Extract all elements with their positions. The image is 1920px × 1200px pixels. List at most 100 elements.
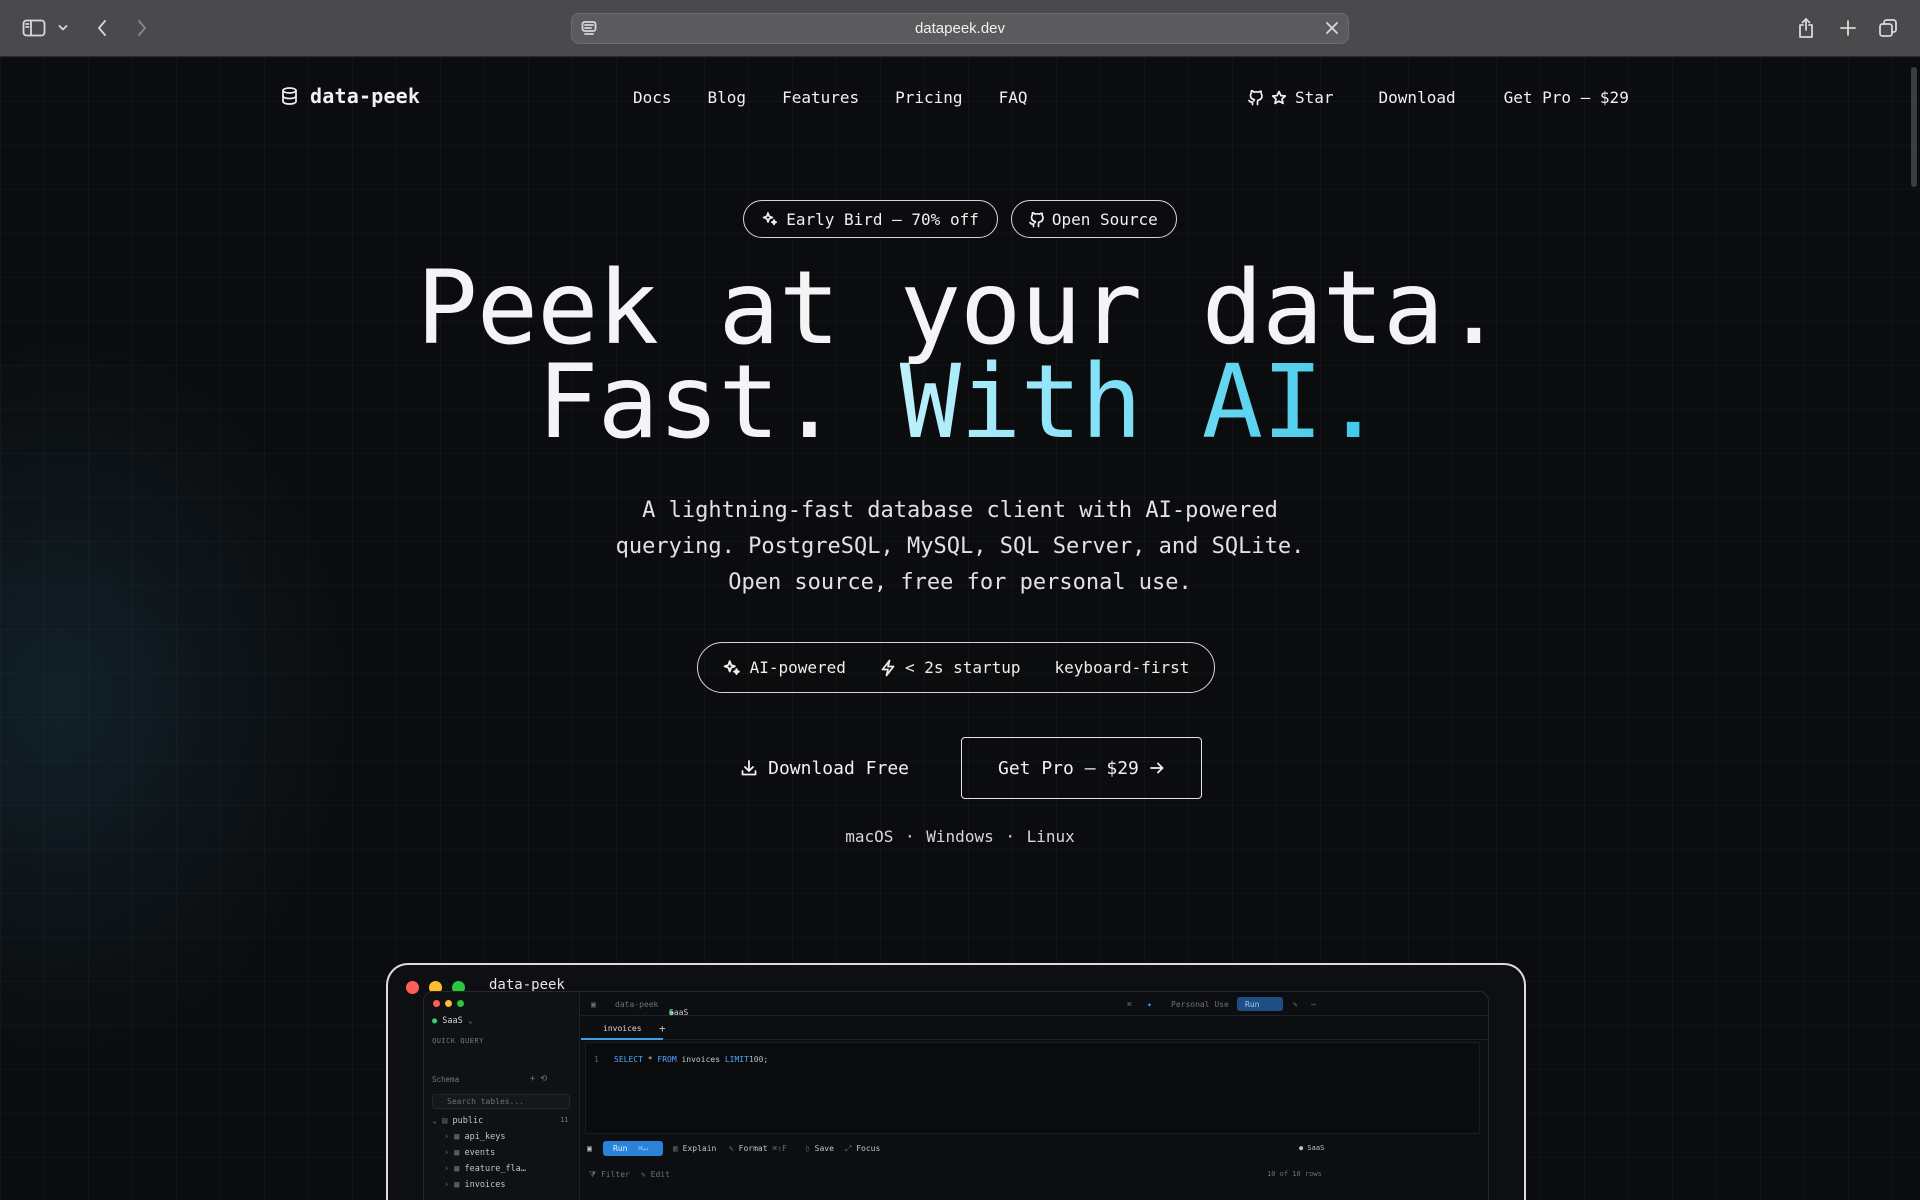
early-bird-badge[interactable]: Early Bird — 70% off (743, 200, 998, 238)
nav-download-link[interactable]: Download (1379, 88, 1456, 107)
panel-icon[interactable]: ▣ (587, 1144, 592, 1153)
tab-overview-icon[interactable] (1876, 14, 1900, 42)
panel-toggle-icon[interactable]: ▣ (591, 1000, 596, 1009)
logo[interactable]: data-peek (281, 84, 420, 108)
schema-icon: ▤ (442, 1116, 448, 1126)
nav-get-pro-button[interactable]: Get Pro — $29 (1504, 88, 1629, 107)
new-tab-icon[interactable] (1836, 14, 1860, 42)
address-bar[interactable]: datapeek.dev (571, 13, 1349, 44)
chevron-right-icon: › (444, 1180, 450, 1190)
wand-icon[interactable]: ✎ (1293, 1000, 1298, 1009)
app-preview: data-peek ● SaaS ⌄ QUICK QUERY Schema +⟲… (386, 963, 1526, 1200)
sql-number: 100 (748, 1055, 764, 1064)
chevron-down-icon: ⌄ (467, 1016, 473, 1026)
connection-status-icon: ● (432, 1016, 438, 1026)
explain-button[interactable]: ▥ Explain (673, 1144, 716, 1153)
open-source-label: Open Source (1051, 209, 1158, 229)
table-icon: ▦ (454, 1148, 460, 1158)
connection-status: ● SaaS (1299, 1144, 1325, 1152)
github-icon (1248, 89, 1263, 106)
chevron-right-icon: › (444, 1164, 450, 1174)
share-icon[interactable] (1794, 14, 1818, 42)
lightning-icon (881, 659, 895, 676)
clear-url-icon[interactable] (1324, 20, 1340, 40)
table-item[interactable]: › ▦ feature_fla… (444, 1164, 526, 1174)
editor-toolbar: ▣ Run ⌘↵ ▥ Explain ✎ Format ⌘⇧F ▯ Save ⤢… (581, 1138, 1488, 1160)
chart-icon: ▥ (673, 1144, 678, 1153)
star-icon (1271, 90, 1287, 104)
table-item[interactable]: › ▦ api_keys (444, 1132, 505, 1142)
edit-button[interactable]: ✎ Edit (641, 1170, 670, 1179)
quick-query-section[interactable]: QUICK QUERY (432, 1037, 484, 1045)
subtitle-line: querying. PostgreSQL, MySQL, SQL Server,… (615, 534, 1305, 559)
nav-link-docs[interactable]: Docs (633, 88, 672, 107)
app-main: ▣ data-peek ● SaaS ⌘ ✦ Personal Use Run … (581, 992, 1488, 1200)
get-pro-button[interactable]: Get Pro — $29 (961, 737, 1202, 799)
nav-link-blog[interactable]: Blog (708, 88, 747, 107)
sparkles-icon (762, 212, 778, 226)
schema-actions[interactable]: +⟲ (530, 1074, 552, 1084)
filter-button[interactable]: ⧩ Filter (589, 1170, 630, 1180)
schema-public[interactable]: ⌄ ▤ public (432, 1116, 483, 1126)
tab-invoices[interactable]: invoices (581, 1016, 663, 1040)
chevron-right-icon: › (444, 1148, 450, 1158)
feature-pills: AI-powered < 2s startup keyboard-first (697, 642, 1215, 693)
feature-keyboard: keyboard-first (1055, 658, 1190, 677)
add-tab-icon[interactable]: + (659, 1022, 666, 1035)
subtitle-line: A lightning-fast database client with AI… (642, 498, 1278, 523)
run-label: Run (613, 1144, 628, 1153)
edit-label: Edit (650, 1170, 670, 1179)
sql-editor[interactable]: 1 SELECT * FROM invoices LIMIT100; (585, 1042, 1480, 1134)
nav-link-faq[interactable]: FAQ (999, 88, 1028, 107)
format-label: Format (738, 1144, 768, 1153)
table-name: invoices (464, 1180, 506, 1190)
command-icon[interactable]: ⌘ (1127, 1000, 1132, 1009)
schema-name: public (452, 1116, 484, 1126)
breadcrumb-app: data-peek (615, 1000, 659, 1009)
more-icon[interactable]: ⋯ (1311, 1000, 1316, 1009)
chevron-down-icon[interactable] (56, 14, 70, 42)
star-label: Star (1295, 88, 1334, 107)
github-star-link[interactable]: Star (1247, 88, 1334, 107)
focus-button[interactable]: ⤢ Focus (845, 1144, 880, 1154)
save-button[interactable]: ▯ Save (805, 1144, 834, 1153)
table-icon: ▦ (454, 1180, 460, 1190)
hero-headline: Peek at your data. Fast. With AI. (0, 249, 1920, 454)
open-source-badge[interactable]: Open Source (1010, 200, 1177, 238)
hero-subtitle: A lightning-fast database client with AI… (560, 493, 1360, 601)
download-icon (741, 760, 757, 776)
topbar-run-button[interactable]: Run (1237, 997, 1283, 1011)
zoom-dot (457, 1000, 464, 1007)
app-sidebar: ● SaaS ⌄ QUICK QUERY Schema +⟲ Search ta… (424, 992, 580, 1200)
sql-keyword: FROM (657, 1055, 677, 1064)
nav-link-features[interactable]: Features (782, 88, 859, 107)
feature-ai-label: AI-powered (749, 658, 846, 677)
table-icon: ▦ (454, 1132, 460, 1142)
chevron-right-icon: › (444, 1132, 450, 1142)
supported-platforms: macOS · Windows · Linux (845, 827, 1075, 846)
nav-actions: Star Download Get Pro — $29 (1247, 88, 1629, 107)
early-bird-label: Early Bird — 70% off (786, 209, 979, 229)
run-query-button[interactable]: Run ⌘↵ (603, 1141, 663, 1156)
sql-token: ; (763, 1055, 769, 1064)
table-search-input[interactable]: Search tables... (432, 1094, 570, 1109)
table-icon: ▦ (454, 1164, 460, 1174)
sidebar-toggle-icon[interactable] (20, 14, 48, 42)
download-free-button[interactable]: Download Free (718, 758, 909, 779)
minimize-dot (445, 1000, 452, 1007)
headline-line-2: Fast. With AI. (0, 352, 1920, 454)
ai-sparkles-icon[interactable]: ✦ (1147, 1000, 1152, 1009)
save-label: Save (814, 1144, 834, 1153)
back-icon[interactable] (92, 14, 112, 42)
nav-link-pricing[interactable]: Pricing (895, 88, 962, 107)
forward-icon[interactable] (132, 14, 152, 42)
download-free-label: Download Free (768, 757, 909, 779)
sql-token: invoices (681, 1055, 721, 1064)
connection-selector[interactable]: ● SaaS ⌄ (432, 1016, 473, 1026)
format-button[interactable]: ✎ Format ⌘⇧F (729, 1144, 787, 1153)
headline-line-1: Peek at your data. (416, 249, 1504, 368)
table-item[interactable]: › ▦ invoices (444, 1180, 505, 1190)
browser-toolbar: datapeek.dev (0, 0, 1920, 57)
table-item[interactable]: › ▦ events (444, 1148, 495, 1158)
close-dot (433, 1000, 440, 1007)
